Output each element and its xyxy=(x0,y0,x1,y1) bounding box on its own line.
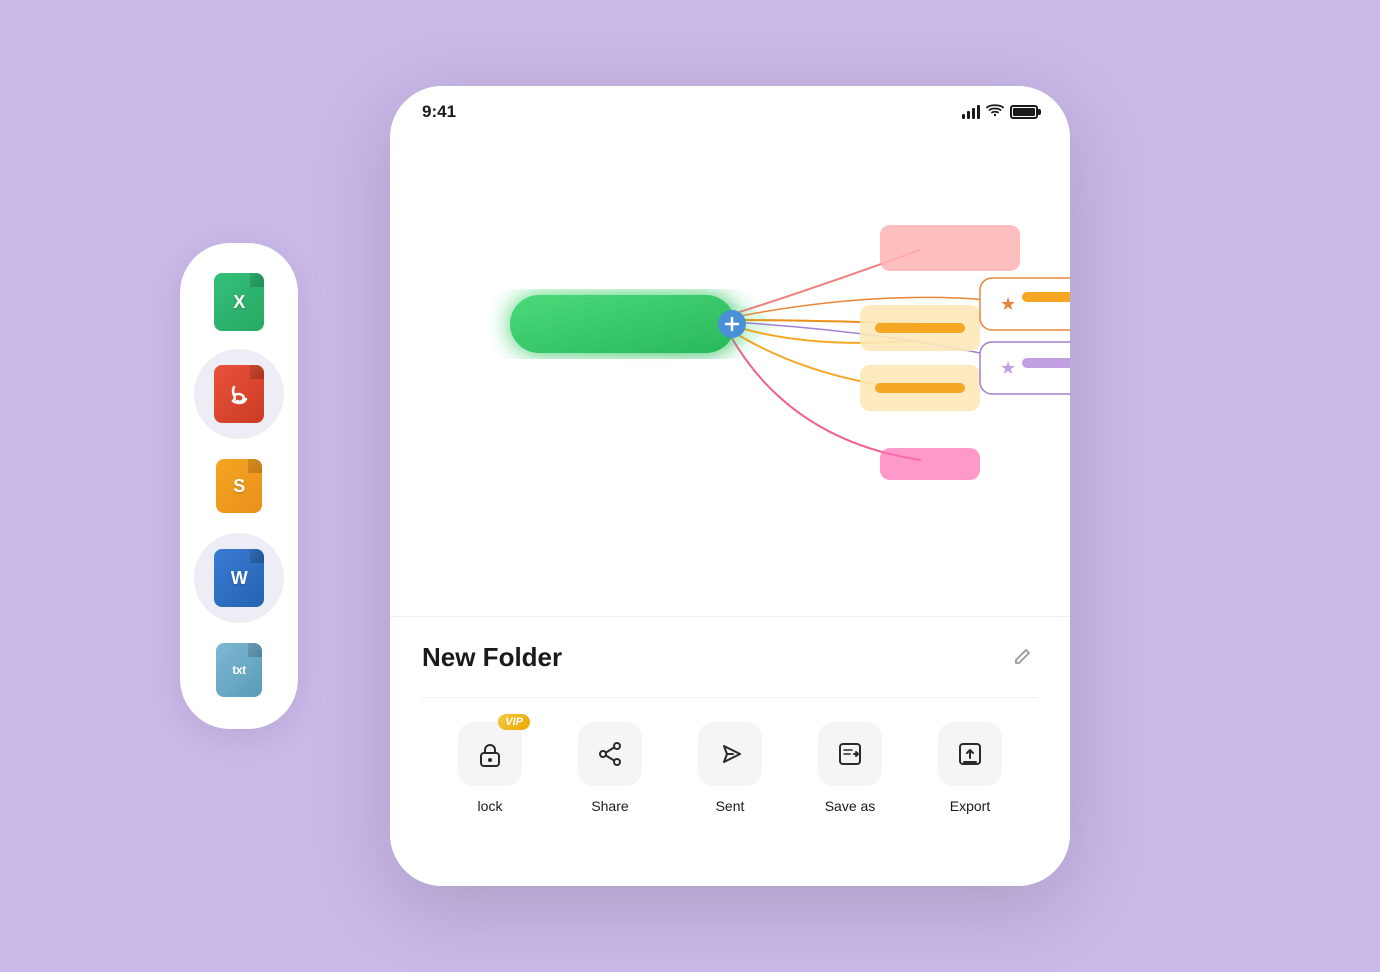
share-icon xyxy=(596,740,624,768)
scene: X S W txt xyxy=(140,76,1240,896)
save-as-label: Save as xyxy=(825,798,876,814)
slides-letter: S xyxy=(233,476,245,497)
status-icons xyxy=(962,103,1038,122)
sent-button[interactable] xyxy=(698,722,762,786)
mindmap-svg: ★ ★ xyxy=(390,130,1070,530)
word-icon: W xyxy=(214,549,264,607)
bottom-panel: New Folder VIP xyxy=(390,616,1070,886)
export-button[interactable] xyxy=(938,722,1002,786)
file-icon-txt-wrap[interactable]: txt xyxy=(204,635,274,705)
lock-button[interactable]: VIP xyxy=(458,722,522,786)
battery-icon xyxy=(1010,105,1038,119)
word-letter: W xyxy=(231,568,248,589)
signal-bar-4 xyxy=(977,105,980,119)
signal-bar-3 xyxy=(972,108,975,119)
file-sidebar: X S W txt xyxy=(180,243,298,729)
file-icon-excel-wrap[interactable]: X xyxy=(204,267,274,337)
action-lock[interactable]: VIP lock xyxy=(458,722,522,814)
save-as-button[interactable] xyxy=(818,722,882,786)
txt-letter: txt xyxy=(232,663,245,677)
folder-name: New Folder xyxy=(422,642,562,673)
action-save-as[interactable]: Save as xyxy=(818,722,882,814)
svg-text:★: ★ xyxy=(1000,358,1016,378)
status-time: 9:41 xyxy=(422,102,456,122)
divider xyxy=(422,697,1038,698)
svg-text:★: ★ xyxy=(1000,294,1016,314)
wifi-icon xyxy=(986,103,1004,122)
status-bar: 9:41 xyxy=(390,86,1070,130)
vip-badge: VIP xyxy=(498,714,530,730)
signal-bar-2 xyxy=(967,111,970,119)
action-share[interactable]: Share xyxy=(578,722,642,814)
file-icon-pdf-wrap[interactable] xyxy=(194,349,284,439)
file-icon-slides-wrap[interactable]: S xyxy=(204,451,274,521)
edit-icon[interactable] xyxy=(1006,641,1038,673)
save-as-icon xyxy=(836,740,864,768)
actions-row: VIP lock xyxy=(422,722,1038,814)
slides-icon: S xyxy=(216,459,262,513)
lock-label: lock xyxy=(478,798,503,814)
excel-letter: X xyxy=(233,292,245,313)
phone-frame: 9:41 xyxy=(390,86,1070,886)
battery-fill xyxy=(1013,108,1035,116)
sent-label: Sent xyxy=(716,798,745,814)
txt-icon: txt xyxy=(216,643,262,697)
signal-bar-1 xyxy=(962,114,965,119)
share-label: Share xyxy=(591,798,628,814)
file-icon-word-wrap[interactable]: W xyxy=(194,533,284,623)
pdf-icon xyxy=(214,365,264,423)
lock-icon xyxy=(476,740,504,768)
export-icon xyxy=(956,740,984,768)
pdf-symbol-icon xyxy=(226,381,252,407)
sent-icon xyxy=(716,740,744,768)
action-sent[interactable]: Sent xyxy=(698,722,762,814)
export-label: Export xyxy=(950,798,990,814)
folder-name-row: New Folder xyxy=(422,641,1038,673)
excel-icon: X xyxy=(214,273,264,331)
mindmap-area: ★ ★ xyxy=(390,130,1070,530)
signal-bars-icon xyxy=(962,105,980,119)
share-button[interactable] xyxy=(578,722,642,786)
action-export[interactable]: Export xyxy=(938,722,1002,814)
